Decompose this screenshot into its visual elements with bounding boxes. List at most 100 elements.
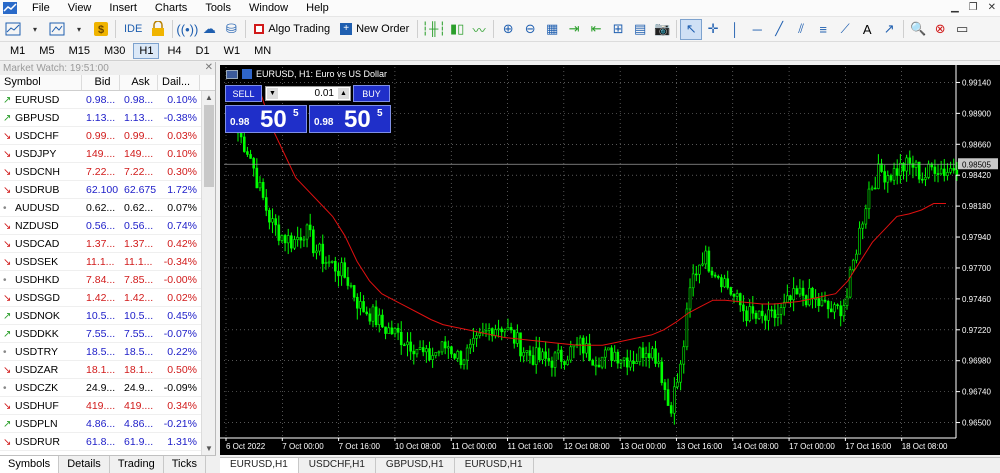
- market-watch-row[interactable]: ↘ NZDUSD 0.56... 0.56... 0.74%: [0, 217, 201, 235]
- vps-icon[interactable]: ⛁: [220, 19, 242, 40]
- column-header-bid[interactable]: Bid: [82, 75, 120, 90]
- market-watch-row[interactable]: • USDHKD 7.84... 7.85... -0.00%: [0, 271, 201, 289]
- ide-button[interactable]: IDE: [119, 19, 147, 40]
- menu-window[interactable]: Window: [240, 2, 297, 14]
- indicators-icon[interactable]: ⊞: [607, 19, 629, 40]
- market-watch-row[interactable]: ↘ USDJPY 149.... 149.... 0.10%: [0, 145, 201, 163]
- market-watch-row[interactable]: ↗ USDNOK 10.5... 10.5... 0.45%: [0, 307, 201, 325]
- timeframe-m15[interactable]: M15: [63, 43, 96, 59]
- scroll-icon[interactable]: ⇥: [563, 19, 585, 40]
- chart-type-dropdown-icon[interactable]: ▾: [24, 19, 46, 40]
- column-header-daily[interactable]: Dail...: [158, 75, 200, 90]
- timeframe-m1[interactable]: M1: [4, 43, 31, 59]
- market-watch-row[interactable]: • AUDUSD 0.62... 0.62... 0.07%: [0, 199, 201, 217]
- screenshot-icon[interactable]: 📷: [651, 19, 673, 40]
- lot-size-input[interactable]: ▼ 0.01 ▲: [265, 86, 351, 101]
- panel-toggle-icon[interactable]: ▭: [951, 19, 973, 40]
- candlestick-icon[interactable]: ▮▯: [446, 19, 468, 40]
- column-header-symbol[interactable]: Symbol: [0, 75, 82, 90]
- fibonacci-icon[interactable]: ≡: [812, 19, 834, 40]
- buy-button[interactable]: BUY: [353, 85, 390, 102]
- chart-tab-4[interactable]: EURUSD,H1: [455, 458, 534, 473]
- market-watch-row[interactable]: ↘ USDZAR 18.1... 18.1... 0.50%: [0, 361, 201, 379]
- tile-windows-icon[interactable]: ▦: [541, 19, 563, 40]
- chart-tab-1[interactable]: EURUSD,H1: [220, 458, 299, 473]
- notifications-icon[interactable]: ⊗: [929, 19, 951, 40]
- profiles-icon[interactable]: [46, 19, 68, 40]
- lock-icon[interactable]: [147, 19, 169, 40]
- chart-window[interactable]: 0.99140 0.98900 0.98660 0.98420 0.98180 0.979…: [220, 65, 1000, 455]
- buy-price-button[interactable]: 0.98 50 5: [309, 105, 391, 133]
- algo-trading-button[interactable]: Algo Trading: [249, 19, 335, 40]
- market-watch-row[interactable]: ↘ USDCAD 1.37... 1.37... 0.42%: [0, 235, 201, 253]
- menu-view[interactable]: View: [59, 2, 101, 14]
- new-chart-icon[interactable]: [2, 19, 24, 40]
- signal-icon[interactable]: ((•)): [176, 19, 198, 40]
- market-watch-row[interactable]: • USDTRY 18.5... 18.5... 0.22%: [0, 343, 201, 361]
- market-watch-row[interactable]: ↘ USDSGD 1.42... 1.42... 0.02%: [0, 289, 201, 307]
- cloud-icon[interactable]: ☁: [198, 19, 220, 40]
- timeframe-m5[interactable]: M5: [33, 43, 60, 59]
- market-watch-row[interactable]: ↘ USDRUB 62.100 62.675 1.72%: [0, 181, 201, 199]
- arrows-icon[interactable]: ↗: [878, 19, 900, 40]
- chart-tab-3[interactable]: GBPUSD,H1: [376, 458, 455, 473]
- restore-icon[interactable]: ❐: [969, 2, 978, 13]
- menu-file[interactable]: File: [23, 2, 59, 14]
- dollar-icon[interactable]: $: [90, 19, 112, 40]
- scroll-down-icon[interactable]: ▼: [205, 444, 213, 453]
- market-watch-row[interactable]: ↘ USDHUF 419.... 419.... 0.34%: [0, 397, 201, 415]
- market-watch-row[interactable]: ↗ EURUSD 0.98... 0.98... 0.10%: [0, 91, 201, 109]
- sell-button[interactable]: SELL: [225, 85, 262, 102]
- chart-tab-2[interactable]: USDCHF,H1: [299, 458, 376, 473]
- timeframe-mn[interactable]: MN: [248, 43, 277, 59]
- market-watch-row[interactable]: ↘ USDSEK 11.1... 11.1... -0.34%: [0, 253, 201, 271]
- scroll-thumb[interactable]: [204, 105, 214, 187]
- bar-chart-icon[interactable]: ┆╫┆: [421, 19, 446, 40]
- profiles-dropdown-icon[interactable]: ▾: [68, 19, 90, 40]
- zoom-in-icon[interactable]: ⊕: [497, 19, 519, 40]
- market-watch-row[interactable]: ↗ USDPLN 4.86... 4.86... -0.21%: [0, 415, 201, 433]
- menu-insert[interactable]: Insert: [100, 2, 146, 14]
- lot-increase-icon[interactable]: ▲: [338, 88, 349, 99]
- minimize-icon[interactable]: ▁: [951, 2, 959, 13]
- menu-help[interactable]: Help: [297, 2, 338, 14]
- market-watch-scrollbar[interactable]: ▲ ▼: [201, 91, 215, 455]
- shift-icon[interactable]: ⇤: [585, 19, 607, 40]
- tab-symbols[interactable]: Symbols: [0, 456, 60, 473]
- tab-trading[interactable]: Trading: [110, 456, 164, 473]
- search-icon[interactable]: 🔍: [907, 19, 929, 40]
- tab-details[interactable]: Details: [59, 456, 110, 473]
- horizontal-line-icon[interactable]: ─: [746, 19, 768, 40]
- channel-icon[interactable]: ⫽: [790, 19, 812, 40]
- market-watch-row[interactable]: • USDCZK 24.9... 24.9... -0.09%: [0, 379, 201, 397]
- sell-price-button[interactable]: 0.98 50 5: [225, 105, 307, 133]
- lot-decrease-icon[interactable]: ▼: [267, 88, 278, 99]
- close-icon[interactable]: ✕: [205, 62, 213, 73]
- market-watch-row[interactable]: ↘ USDCHF 0.99... 0.99... 0.03%: [0, 127, 201, 145]
- scroll-up-icon[interactable]: ▲: [205, 93, 213, 102]
- zoom-out-icon[interactable]: ⊖: [519, 19, 541, 40]
- market-watch-row[interactable]: ↗ GBPUSD 1.13... 1.13... -0.38%: [0, 109, 201, 127]
- timeframe-d1[interactable]: D1: [190, 43, 216, 59]
- menu-tools[interactable]: Tools: [196, 2, 240, 14]
- market-watch-row[interactable]: ↗ USDDKK 7.55... 7.55... -0.07%: [0, 325, 201, 343]
- new-order-button[interactable]: + New Order: [335, 19, 414, 40]
- vertical-line-icon[interactable]: │: [724, 19, 746, 40]
- tab-ticks[interactable]: Ticks: [164, 456, 206, 473]
- crosshair-icon[interactable]: ✛: [702, 19, 724, 40]
- line-chart-icon[interactable]: 〰: [468, 19, 490, 40]
- timeframe-w1[interactable]: W1: [218, 43, 247, 59]
- cursor-icon[interactable]: ↖: [680, 18, 703, 40]
- timeframe-h4[interactable]: H4: [161, 43, 187, 59]
- market-watch-row[interactable]: ↘ USDRUR 61.8... 61.9... 1.31%: [0, 433, 201, 451]
- timeframe-h1[interactable]: H1: [133, 43, 160, 59]
- menu-charts[interactable]: Charts: [146, 2, 196, 14]
- text-tool-icon[interactable]: A: [856, 19, 878, 40]
- shapes-icon[interactable]: ⟋: [834, 19, 856, 40]
- timeframe-m30[interactable]: M30: [98, 43, 131, 59]
- trendline-icon[interactable]: ╱: [768, 19, 790, 40]
- templates-icon[interactable]: ▤: [629, 19, 651, 40]
- market-watch-row[interactable]: ↘ USDCNH 7.22... 7.22... 0.30%: [0, 163, 201, 181]
- column-header-ask[interactable]: Ask: [120, 75, 158, 90]
- close-icon[interactable]: ✕: [988, 2, 996, 13]
